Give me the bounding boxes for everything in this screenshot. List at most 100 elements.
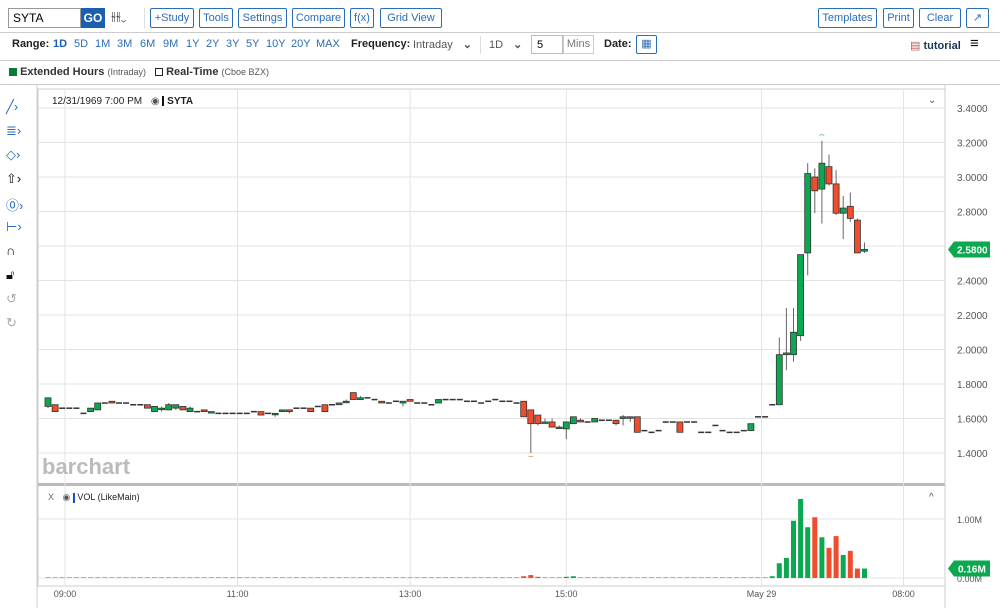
candle-doji (293, 407, 300, 409)
volume-bar (308, 577, 314, 578)
barchart-watermark: barchart (42, 454, 131, 479)
candle-body (158, 407, 166, 411)
candle-doji (123, 402, 130, 404)
volume-bar (272, 577, 278, 578)
candle-body (307, 407, 315, 412)
close-study-icon[interactable]: X (48, 492, 54, 502)
volume-bar (641, 577, 647, 578)
candle-body (562, 421, 570, 430)
candle-doji (236, 412, 243, 415)
eye-icon[interactable]: ◉ (151, 96, 160, 107)
candle-doji (59, 407, 66, 409)
volume-bar (215, 577, 221, 578)
volume-bar (443, 577, 449, 578)
volume-bar (507, 577, 512, 578)
volume-bar (73, 577, 79, 578)
candle-body (577, 419, 584, 423)
candle-body (143, 404, 151, 409)
candle-body (541, 421, 549, 424)
volume-bar (599, 577, 605, 578)
candle-body (861, 249, 868, 252)
candle-body (591, 418, 599, 423)
volume-header: X ◉ VOL (LikeMain) (48, 492, 140, 503)
collapse-chevron-icon[interactable]: ⌄ (928, 95, 936, 106)
panel-separator (38, 483, 945, 486)
candle-doji (471, 400, 477, 403)
candle-body (271, 412, 279, 416)
volume-bar (116, 577, 122, 578)
volume-bar (279, 577, 285, 578)
candle-doji (385, 402, 392, 404)
volume-bar (357, 577, 363, 578)
series-color-bar (162, 96, 165, 107)
candle-doji (605, 419, 612, 422)
volume-bar (137, 577, 143, 578)
volume-bar (627, 577, 633, 578)
volume-bar (166, 577, 172, 578)
candle-doji (691, 421, 698, 423)
candle-body (399, 400, 407, 404)
volume-bar (663, 577, 669, 578)
candle-body (186, 407, 194, 412)
volume-bar (414, 577, 420, 578)
candle-body (87, 407, 94, 412)
volume-bar (88, 577, 94, 578)
candle-doji (655, 429, 662, 432)
volume-bar (563, 576, 569, 578)
volume-bar (833, 536, 839, 578)
y-tick-label: 2.2000 (957, 311, 988, 322)
eye-icon[interactable]: ◉ (63, 492, 71, 502)
volume-bar (180, 577, 186, 578)
volume-bar (634, 577, 640, 578)
candle-body (520, 400, 528, 418)
collapse-up-icon[interactable]: ^ (929, 492, 934, 503)
volume-bar (294, 577, 299, 578)
candle-body (626, 416, 634, 419)
candle-doji (229, 412, 236, 415)
candle-doji (250, 410, 257, 413)
price-chart[interactable]: barchart ⌢⌣ 3.40003.20003.00002.80002.60… (0, 0, 1008, 608)
volume-bar (66, 577, 72, 578)
candle-doji (243, 412, 250, 415)
y-tick-label: 3.0000 (957, 173, 988, 184)
candle-doji (300, 407, 307, 409)
volume-bar (620, 577, 626, 578)
volume-bar (130, 577, 136, 578)
volume-bar (123, 577, 129, 578)
volume-bar (677, 577, 683, 578)
volume-bar (826, 547, 832, 578)
volume-bar (428, 577, 434, 578)
volume-bar (720, 577, 725, 578)
candle-body (200, 409, 208, 413)
low-marker: ⌣ (528, 451, 534, 461)
volume-bar (237, 577, 243, 578)
volume-bar (52, 577, 58, 578)
volume-tick-label: 1.00M (957, 515, 982, 525)
series-color-bar (72, 492, 75, 503)
y-tick-label: 2.0000 (957, 346, 988, 357)
candle-body (839, 207, 847, 214)
volume-bar (514, 577, 520, 578)
volume-bar (854, 568, 860, 578)
candle-doji (329, 404, 335, 406)
x-tick-label: May 29 (747, 589, 777, 599)
volume-bar (812, 517, 818, 578)
volume-bar (649, 577, 654, 578)
candle-doji (421, 402, 428, 404)
candle-body (342, 400, 350, 404)
candle-doji (130, 404, 137, 406)
volume-bar (244, 577, 250, 578)
volume-bar (578, 577, 583, 578)
volume-bar (258, 577, 264, 578)
candle-body (378, 400, 386, 404)
volume-bar (734, 577, 740, 578)
volume-bar (613, 577, 619, 578)
x-tick-label: 11:00 (227, 589, 249, 599)
volume-bar (862, 568, 867, 578)
candle-doji (705, 431, 712, 434)
chart-datetime: 12/31/1969 7:00 PM (52, 96, 143, 107)
volume-bar (464, 577, 470, 578)
volume-bar (372, 577, 378, 578)
candle-body (797, 254, 804, 337)
candle-doji (314, 405, 321, 408)
